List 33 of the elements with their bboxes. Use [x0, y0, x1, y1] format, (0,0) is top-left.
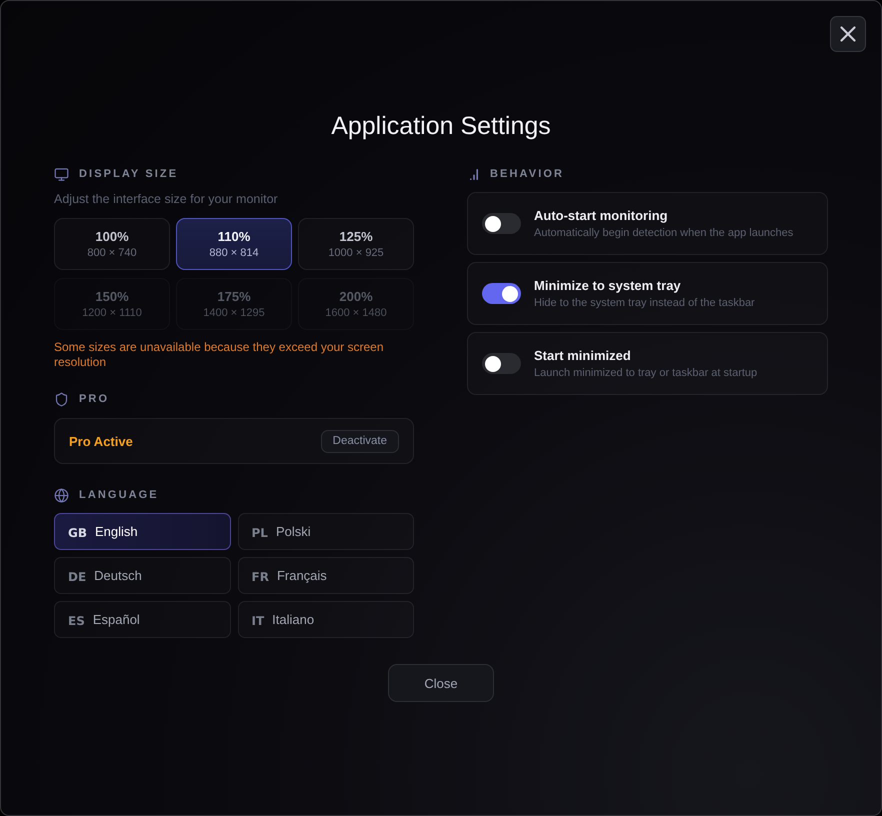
size-option[interactable]: 100% 800 × 740	[54, 218, 170, 270]
language-option[interactable]: PL Polski	[238, 513, 414, 550]
monitor-icon	[54, 166, 69, 182]
toggle-switch[interactable]	[482, 213, 521, 234]
section-heading: DISPLAY SIZE	[79, 168, 178, 180]
size-option[interactable]: 110% 880 × 814	[176, 218, 292, 270]
section-heading: LANGUAGE	[79, 489, 159, 501]
language-option[interactable]: IT Italiano	[238, 601, 414, 638]
setting-description: Automatically begin detection when the app launches	[534, 226, 794, 240]
setting-description: Hide to the system tray instead of the taskbar	[534, 296, 755, 310]
dialog-title: Application Settings	[330, 111, 552, 141]
size-option[interactable]: 125% 1000 × 925	[298, 218, 414, 270]
language-option[interactable]: GB English	[54, 513, 230, 550]
shield-icon	[54, 392, 69, 406]
close-button[interactable]: Close	[388, 664, 494, 702]
warning-text: Some sizes are unavailable because they exceed your screen resolution	[54, 340, 385, 370]
close-button[interactable]	[830, 16, 866, 52]
globe-icon	[54, 488, 69, 502]
setting-title: Auto-start monitoring	[534, 208, 669, 224]
toggle-switch[interactable]	[482, 283, 521, 304]
language-option[interactable]: DE Deutsch	[54, 557, 230, 594]
toggle-switch[interactable]	[482, 353, 521, 374]
setting-title: Minimize to system tray	[534, 278, 682, 294]
section-heading: BEHAVIOR	[490, 168, 564, 180]
section-heading: PRO	[79, 393, 110, 405]
deactivate-button[interactable]: Deactivate	[320, 430, 399, 452]
pro-status-label: Pro Active	[69, 434, 133, 448]
setting-description: Launch minimized to tray or taskbar at startup	[534, 366, 758, 380]
language-option[interactable]: ES Español	[54, 601, 230, 638]
signal-bars-icon	[470, 168, 478, 180]
language-option[interactable]: FR Français	[238, 557, 414, 594]
setting-title: Start minimized	[534, 348, 632, 364]
section-description: Adjust the interface size for your monitor	[54, 191, 279, 207]
